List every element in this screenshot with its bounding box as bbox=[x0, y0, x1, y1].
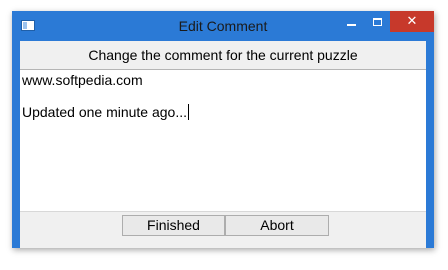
button-bar: Finished Abort bbox=[20, 212, 426, 248]
instruction-label: Change the comment for the current puzzl… bbox=[88, 47, 358, 63]
title-bar[interactable]: Edit Comment ✕ bbox=[12, 11, 434, 41]
abort-button[interactable]: Abort bbox=[225, 215, 329, 236]
close-button[interactable]: ✕ bbox=[390, 11, 434, 32]
minimize-button[interactable] bbox=[338, 11, 364, 32]
dialog-body: Change the comment for the current puzzl… bbox=[20, 41, 426, 248]
maximize-button[interactable] bbox=[364, 11, 390, 32]
comment-textarea[interactable]: www.softpedia.com Updated one minute ago… bbox=[20, 69, 426, 212]
minimize-icon bbox=[346, 23, 356, 26]
edit-comment-window: Edit Comment ✕ Change the comment for th… bbox=[12, 11, 434, 248]
close-icon: ✕ bbox=[406, 14, 418, 29]
comment-line-2: Updated one minute ago... bbox=[22, 104, 190, 120]
finished-button[interactable]: Finished bbox=[122, 215, 225, 236]
text-caret bbox=[188, 104, 190, 120]
comment-line-1: www.softpedia.com bbox=[22, 72, 143, 88]
maximize-icon bbox=[372, 17, 382, 26]
